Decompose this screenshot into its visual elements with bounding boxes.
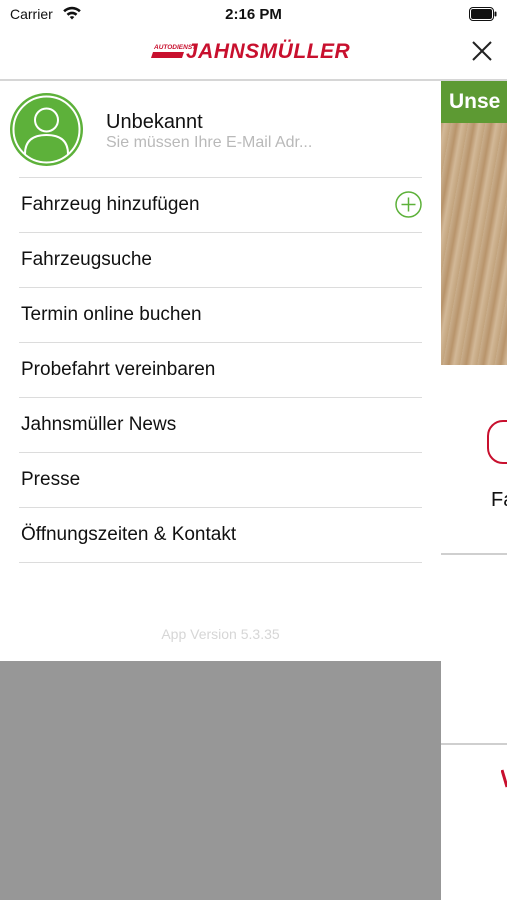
status-bar: Carrier 2:16 PM (0, 0, 507, 30)
menu-item-label: Probefahrt vereinbaren (21, 359, 216, 380)
background-red-glyph (500, 767, 507, 798)
close-button[interactable] (471, 40, 493, 62)
plus-circle-icon[interactable] (395, 191, 422, 218)
avatar[interactable] (10, 93, 83, 166)
profile-email-hint: Sie müssen Ihre E-Mail Adr... (106, 134, 313, 151)
profile-section[interactable]: Unbekannt Sie müssen Ihre E-Mail Adr... (0, 81, 441, 177)
drawer-overlay[interactable] (0, 661, 441, 900)
menu-item-presse[interactable]: Presse (19, 452, 422, 507)
menu-item-termin-online-buchen[interactable]: Termin online buchen (19, 287, 422, 342)
menu-item-label: Presse (21, 469, 81, 490)
background-banner-image: Unse (441, 81, 507, 365)
menu-item-oeffnungszeiten-kontakt[interactable]: Öffnungszeiten & Kontakt (19, 507, 422, 563)
side-drawer: Unbekannt Sie müssen Ihre E-Mail Adr... … (0, 81, 441, 661)
drawer-menu: Fahrzeug hinzufügen Fahrzeugsuche Termin… (19, 177, 422, 563)
profile-name: Unbekannt (106, 111, 203, 133)
background-text-fragment: Fa (491, 489, 507, 511)
menu-item-label: Fahrzeug hinzufügen (21, 194, 200, 215)
battery-icon (469, 7, 497, 26)
background-page: Unse Fa (441, 81, 507, 900)
background-banner-title: Unse (441, 81, 507, 123)
menu-item-jahnsmueller-news[interactable]: Jahnsmüller News (19, 397, 422, 452)
jahnsmueller-logo: AUTODIENST JAHNSMÜLLER (150, 38, 380, 69)
menu-item-probefahrt-vereinbaren[interactable]: Probefahrt vereinbaren (19, 342, 422, 397)
user-icon (12, 95, 81, 164)
menu-item-fahrzeug-hinzufuegen[interactable]: Fahrzeug hinzufügen (19, 177, 422, 232)
divider (441, 743, 507, 745)
close-icon (472, 41, 492, 61)
background-pill-button (487, 420, 507, 464)
logo-main-text: JAHNSMÜLLER (186, 40, 351, 63)
menu-item-label: Jahnsmüller News (21, 414, 177, 435)
menu-item-label: Öffnungszeiten & Kontakt (21, 524, 237, 545)
clock: 2:16 PM (225, 6, 282, 23)
app-header: AUTODIENST JAHNSMÜLLER (0, 30, 507, 81)
divider (441, 553, 507, 555)
app-version: App Version 5.3.35 (161, 626, 280, 642)
menu-item-fahrzeugsuche[interactable]: Fahrzeugsuche (19, 232, 422, 287)
menu-item-label: Fahrzeugsuche (21, 249, 152, 270)
menu-item-label: Termin online buchen (21, 304, 202, 325)
